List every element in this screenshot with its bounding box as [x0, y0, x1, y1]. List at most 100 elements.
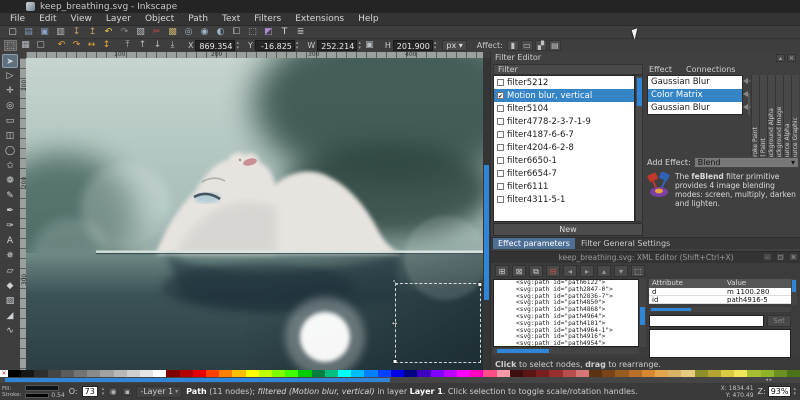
connection-label-source-alpha[interactable]: Source Alpha: [783, 75, 791, 163]
move-node-down-icon[interactable]: ▾: [614, 265, 628, 277]
palette-swatch[interactable]: [219, 370, 232, 377]
palette-swatch[interactable]: [61, 370, 74, 377]
palette-swatch[interactable]: [668, 370, 681, 377]
filter-checkbox[interactable]: [497, 118, 504, 125]
attribute-name-input[interactable]: [649, 315, 764, 327]
filter-checkbox[interactable]: ✔: [497, 92, 504, 99]
palette-swatch[interactable]: [272, 370, 285, 377]
menu-view[interactable]: View: [65, 13, 98, 25]
filter-list-scrollbar[interactable]: [635, 75, 643, 222]
filter-editor-titlebar[interactable]: Filter Editor ▴ ✕: [491, 52, 800, 63]
palette-swatch[interactable]: [140, 370, 153, 377]
palette-swatch[interactable]: [483, 370, 496, 377]
select-all-icon[interactable]: ⬚: [4, 40, 17, 51]
effect-list-item[interactable]: Gaussian Blur: [648, 76, 742, 89]
palette-swatch[interactable]: [470, 370, 483, 377]
palette-swatch[interactable]: [21, 370, 34, 377]
value-header[interactable]: Value: [727, 279, 797, 288]
no-color-swatch[interactable]: ✕: [0, 370, 8, 377]
tool-eraser[interactable]: ▱: [2, 264, 18, 278]
palette-swatch[interactable]: [497, 370, 510, 377]
menu-path[interactable]: Path: [182, 13, 214, 25]
attribute-value-editor[interactable]: [649, 329, 791, 358]
w-value[interactable]: 252.214: [317, 40, 357, 51]
palette-swatch[interactable]: [549, 370, 562, 377]
new-text-node-icon[interactable]: ⊠: [512, 265, 526, 277]
palette-swatch[interactable]: [695, 370, 708, 377]
paste-icon[interactable]: ▩: [166, 27, 179, 38]
tool-dropper[interactable]: ◢: [2, 309, 18, 323]
menu-help[interactable]: Help: [352, 13, 385, 25]
palette-swatch[interactable]: [655, 370, 668, 377]
attribute-hscrollbar[interactable]: [649, 307, 791, 312]
attribute-vscroll-thumb[interactable]: [792, 280, 796, 292]
attribute-table[interactable]: dm 1100.280idpath4916-5: [649, 288, 797, 304]
move-patterns-icon[interactable]: ▤: [549, 40, 561, 51]
tab-filter-general-settings[interactable]: Filter General Settings: [576, 238, 675, 249]
filter-checkbox[interactable]: [497, 131, 504, 138]
zoom-page-icon[interactable]: ◐: [214, 27, 227, 38]
connection-label-source-graphic[interactable]: Source Graphic: [791, 75, 799, 163]
xml-minimize-button[interactable]: –: [763, 253, 772, 261]
tool-zoom[interactable]: ◎: [2, 99, 18, 113]
set-attribute-button[interactable]: Set: [767, 315, 791, 327]
palette-swatch[interactable]: [721, 370, 734, 377]
tool-connector[interactable]: ∿: [2, 324, 18, 338]
filter-list-item[interactable]: filter6654-7: [494, 167, 634, 180]
connection-label-background-image[interactable]: Background Image: [775, 75, 783, 163]
filter-list-item[interactable]: filter4311-5-1: [494, 193, 634, 206]
palette-swatch[interactable]: [615, 370, 628, 377]
tool-rectangle[interactable]: ▭: [2, 114, 18, 128]
filter-column-header[interactable]: Filter: [493, 64, 643, 75]
unit-dropdown[interactable]: px ▾: [442, 40, 466, 51]
filter-checkbox[interactable]: [497, 105, 504, 112]
palette-swatch[interactable]: [298, 370, 311, 377]
filter-list-item[interactable]: filter4778-2-3-7-1-9: [494, 115, 634, 128]
xml-node-tree[interactable]: <svg:path id="path6122"><svg:path id="pa…: [493, 279, 639, 347]
palette-swatch[interactable]: [734, 370, 747, 377]
xml-restore-button[interactable]: ▢: [776, 253, 785, 261]
open-document-icon[interactable]: ▤: [22, 27, 35, 38]
x-spin-arrows-icon[interactable]: ▴▾: [236, 41, 239, 51]
raise-icon[interactable]: ↑: [136, 40, 149, 51]
tool-text[interactable]: A: [2, 234, 18, 248]
palette-swatch[interactable]: [563, 370, 576, 377]
effect-list[interactable]: Gaussian BlurColor MatrixGaussian Blur: [647, 75, 743, 115]
menu-object[interactable]: Object: [139, 13, 180, 25]
fill-stroke-icon[interactable]: ◩: [262, 27, 275, 38]
filter-scroll-thumb[interactable]: [637, 78, 642, 106]
scale-stroke-icon[interactable]: ▮: [507, 40, 519, 51]
selection-handle-w[interactable]: ↔: [392, 320, 397, 327]
tool-paint-bucket[interactable]: ◆: [2, 279, 18, 293]
connection-label-stroke-paint[interactable]: Stroke Paint: [751, 75, 759, 163]
xml-tree-vscrollbar[interactable]: [639, 279, 646, 347]
panel-dock-icon[interactable]: ▴: [776, 54, 785, 62]
palette-swatch[interactable]: [629, 370, 642, 377]
tab-effect-parameters[interactable]: Effect parameters: [493, 238, 575, 249]
palette-swatch[interactable]: [285, 370, 298, 377]
zoom-drawing-icon[interactable]: ◉: [198, 27, 211, 38]
duplicate-icon[interactable]: ⧠: [230, 27, 243, 38]
group-icon[interactable]: ⬚: [246, 27, 259, 38]
move-node-up-icon[interactable]: ▴: [597, 265, 611, 277]
palette-swatch[interactable]: [127, 370, 140, 377]
fill-color-swatch[interactable]: [25, 385, 59, 391]
h-spin-arrows-icon[interactable]: ▴▾: [434, 41, 437, 51]
canvas[interactable]: ⤡ ▪ ↔ ▪: [26, 58, 483, 370]
filter-list-item[interactable]: ✔Motion blur, vertical: [494, 89, 634, 102]
palette-swatch[interactable]: [523, 370, 536, 377]
filter-list-item[interactable]: filter5212: [494, 76, 634, 89]
filter-checkbox[interactable]: [497, 157, 504, 164]
indent-node-icon[interactable]: ▸: [580, 265, 594, 277]
palette-swatch[interactable]: [431, 370, 444, 377]
palette-swatch[interactable]: [602, 370, 615, 377]
y-value[interactable]: -16.825: [255, 40, 295, 51]
xml-close-button[interactable]: ✕: [789, 253, 798, 261]
xml-tree-vscroll-thumb[interactable]: [640, 307, 645, 325]
attribute-header[interactable]: Attribute: [649, 279, 727, 288]
palette-swatch[interactable]: [391, 370, 404, 377]
lower-icon[interactable]: ↓: [151, 40, 164, 51]
unindent-node-icon[interactable]: ◂: [563, 265, 577, 277]
tool-selector[interactable]: ➤: [2, 54, 18, 68]
flip-horizontal-icon[interactable]: ↔: [85, 40, 98, 51]
